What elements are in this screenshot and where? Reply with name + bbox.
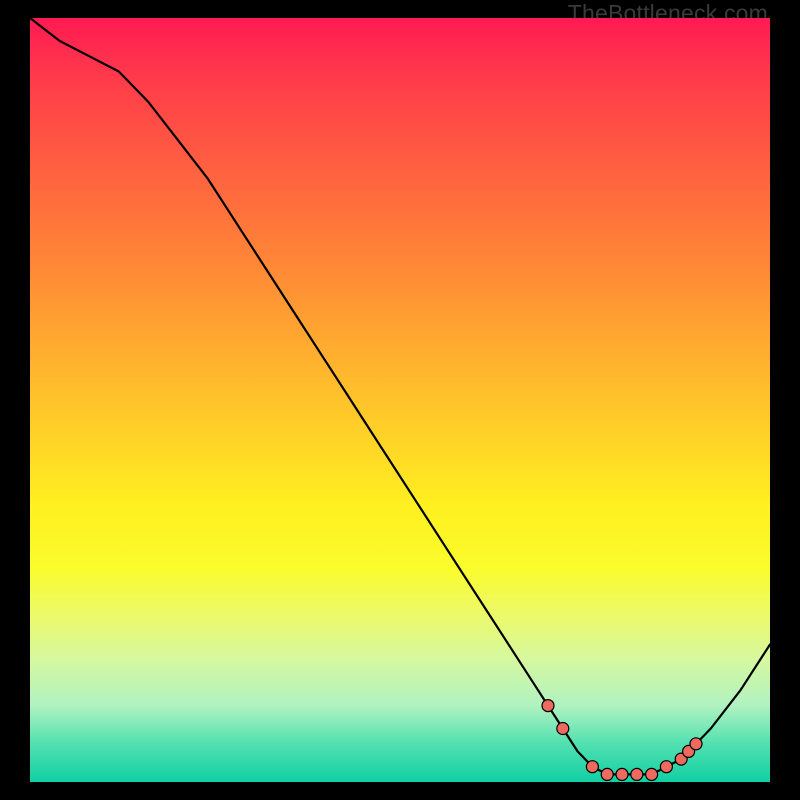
highlight-dot: [601, 768, 613, 780]
highlight-dot: [542, 700, 554, 712]
highlight-dots: [542, 700, 702, 781]
highlight-dot: [660, 761, 672, 773]
plot-area: [30, 18, 770, 782]
chart-frame: TheBottleneck.com: [0, 0, 800, 800]
highlight-dot: [586, 761, 598, 773]
highlight-dot: [646, 768, 658, 780]
bottleneck-curve: [30, 18, 770, 774]
highlight-dot: [631, 768, 643, 780]
highlight-dot: [616, 768, 628, 780]
highlight-dot: [557, 723, 569, 735]
curve-svg: [30, 18, 770, 782]
highlight-dot: [690, 738, 702, 750]
